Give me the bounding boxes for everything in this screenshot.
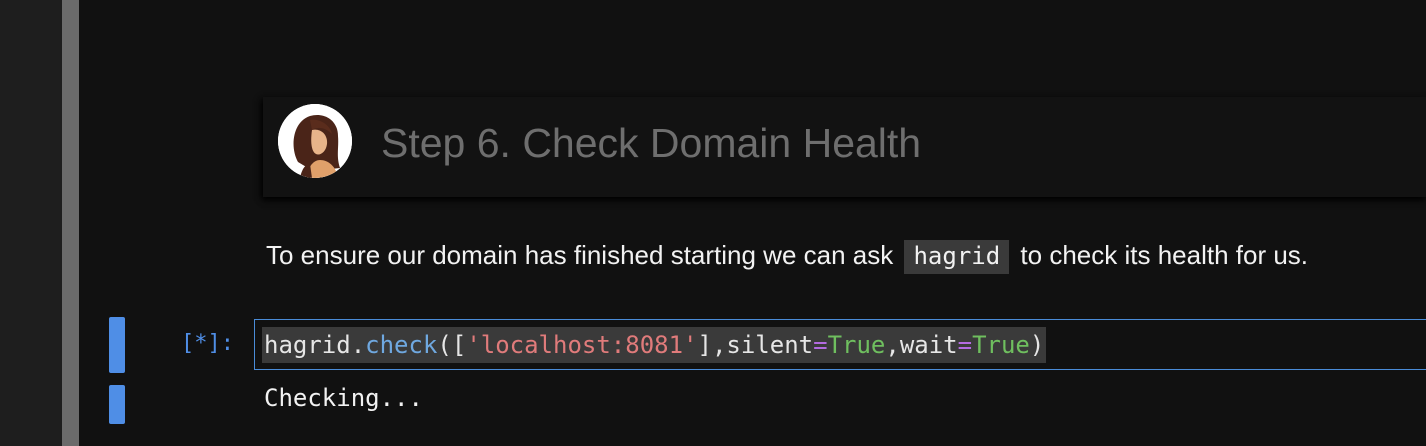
cell-collapser-output[interactable]	[109, 385, 125, 424]
code-token-object: hagrid	[264, 331, 351, 359]
code-token-comma: ,	[885, 331, 900, 359]
markdown-paragraph: To ensure our domain has finished starti…	[266, 240, 1308, 274]
paragraph-text-after: to check its health for us.	[1020, 240, 1309, 270]
code-token-true: True	[972, 331, 1030, 359]
code-token-true: True	[827, 331, 886, 359]
inline-code-hagrid: hagrid	[904, 240, 1010, 274]
cell-output-text: Checking...	[264, 384, 423, 412]
left-panel	[0, 0, 62, 446]
cell-collapser-input[interactable]	[109, 317, 125, 373]
code-token-dot: .	[350, 331, 366, 359]
code-token-string: 'localhost:8081'	[466, 331, 698, 359]
code-token-close: )	[1029, 331, 1045, 359]
execution-prompt: [*]:	[181, 331, 234, 356]
notebook-left-border	[62, 0, 79, 446]
code-token-close-list: ],	[697, 331, 727, 359]
code-token-arg-wait: wait	[899, 331, 958, 359]
code-token-method: check	[365, 331, 438, 359]
avatar	[278, 104, 352, 178]
avatar-portrait-image	[278, 104, 352, 178]
code-token-equals: =	[813, 331, 828, 359]
page-title: Step 6. Check Domain Health	[381, 120, 922, 166]
code-line[interactable]: hagrid.check(['localhost:8081'],silent=T…	[262, 327, 1047, 363]
notebook-area	[79, 0, 1426, 446]
paragraph-text-before: To ensure our domain has finished starti…	[266, 240, 894, 270]
code-token-open: ([	[437, 331, 467, 359]
code-token-equals: =	[957, 331, 973, 359]
code-token-arg-silent: silent	[726, 331, 814, 359]
